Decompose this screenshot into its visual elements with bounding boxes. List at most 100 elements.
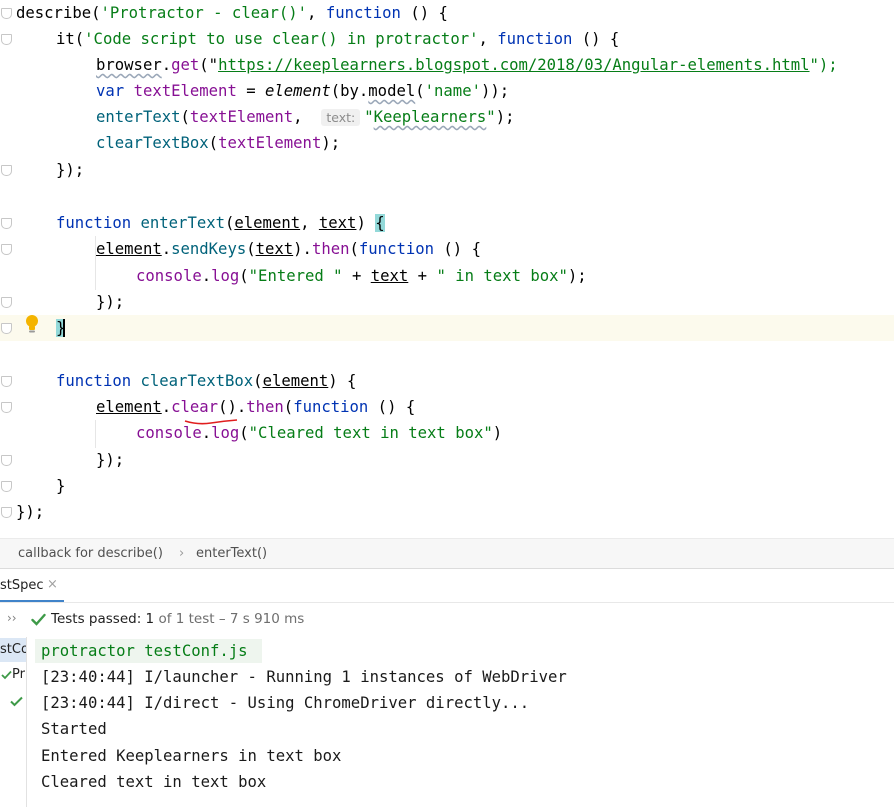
code-text: describe('Protractor - clear()', functio…: [16, 0, 448, 26]
code-token: element: [96, 398, 162, 416]
tab-testspec[interactable]: stSpec ×: [0, 569, 64, 603]
code-token: {: [375, 214, 385, 232]
code-token: textElement: [189, 108, 294, 126]
code-line[interactable]: function clearTextBox(element) {: [0, 368, 894, 394]
code-token: .: [161, 398, 172, 416]
code-token: () {: [368, 398, 416, 416]
code-token: }: [56, 477, 66, 495]
code-token: ));: [480, 82, 510, 100]
fold-marker-icon[interactable]: [1, 402, 12, 413]
code-token: console: [136, 267, 202, 285]
fold-marker-icon[interactable]: [1, 297, 12, 308]
code-token: (: [208, 134, 219, 152]
code-token: get: [171, 56, 200, 74]
code-text: enterText(textElement, text: "Keeplearner…: [96, 104, 514, 131]
breadcrumb-separator: ›: [179, 546, 185, 561]
lightbulb-icon[interactable]: [24, 314, 40, 334]
code-token: (: [239, 267, 249, 285]
code-token: function: [497, 30, 573, 48]
fold-marker-icon[interactable]: [1, 8, 12, 19]
code-token: ): [356, 214, 376, 232]
fold-marker-icon[interactable]: [1, 481, 12, 492]
code-line[interactable]: clearTextBox(textElement);: [0, 130, 894, 156]
code-line[interactable]: element.clear().then(function () {: [0, 394, 894, 420]
code-line[interactable]: }: [0, 473, 894, 499]
code-text: });: [96, 289, 124, 315]
code-line[interactable]: browser.get("https://keeplearners.blogsp…: [0, 52, 894, 78]
code-token: clear: [171, 398, 219, 416]
code-token: .: [161, 56, 172, 74]
code-token: ": [364, 108, 374, 126]
code-editor[interactable]: describe('Protractor - clear()', functio…: [0, 0, 894, 538]
code-line[interactable]: });: [0, 447, 894, 473]
code-token: (: [239, 424, 249, 442]
code-token: (: [415, 82, 425, 100]
code-line[interactable]: console.log("Cleared text in text box"): [0, 420, 894, 446]
code-token: model: [368, 82, 416, 100]
code-line[interactable]: });: [0, 499, 894, 525]
fold-marker-icon[interactable]: [1, 244, 12, 255]
code-token: ) {: [328, 372, 357, 390]
fold-marker-icon[interactable]: [1, 376, 12, 387]
code-line[interactable]: var textElement = element(by.model('name…: [0, 78, 894, 104]
code-line[interactable]: enterText(textElement, text: "Keeplearner…: [0, 104, 894, 130]
tree-item-label[interactable]: Pr: [12, 667, 25, 682]
code-text: }: [56, 473, 65, 499]
tests-status: Tests passed: 1 of 1 test – 7 s 910 ms: [51, 611, 304, 627]
fold-marker-icon[interactable]: [1, 165, 12, 176]
code-token: describe(: [16, 4, 101, 22]
code-token: 'Protractor - clear()': [100, 4, 308, 22]
code-token: (: [225, 214, 235, 232]
code-token: );: [567, 267, 587, 285]
code-line[interactable]: element.sendKeys(text).then(function () …: [0, 236, 894, 262]
breadcrumb-item-describe[interactable]: callback for describe(): [18, 546, 163, 561]
code-line[interactable]: console.log("Entered " + text + " in tex…: [0, 263, 894, 289]
code-text: function enterText(element, text) {: [56, 210, 385, 236]
fold-marker-icon[interactable]: [1, 218, 12, 229]
code-token: 'Code script to use clear() in protracto…: [84, 30, 479, 48]
test-tree[interactable]: stCo Pr: [0, 637, 27, 807]
code-text: });: [96, 447, 124, 473]
code-line[interactable]: [0, 341, 894, 367]
console-output[interactable]: protractor testConf.js [23:40:44] I/laun…: [27, 637, 894, 807]
code-line[interactable]: });: [0, 289, 894, 315]
code-token: function: [293, 398, 369, 416]
code-token: it(: [56, 30, 85, 48]
fold-marker-icon[interactable]: [1, 323, 12, 334]
code-token: then: [311, 240, 350, 258]
code-line[interactable]: function enterText(element, text) {: [0, 210, 894, 236]
code-token: ).: [293, 240, 312, 258]
code-token: function: [56, 214, 132, 232]
code-line[interactable]: });: [0, 157, 894, 183]
console-line: [23:40:44] I/direct - Using ChromeDriver…: [41, 694, 530, 712]
code-text: });: [16, 499, 44, 525]
fold-marker-icon[interactable]: [1, 455, 12, 466]
code-text: browser.get("https://keeplearners.blogsp…: [96, 52, 838, 78]
code-token: sendKeys: [171, 240, 247, 258]
code-token: });: [96, 451, 125, 469]
fold-marker-icon[interactable]: [1, 34, 12, 45]
code-token: textElement: [218, 134, 322, 152]
code-line[interactable]: describe('Protractor - clear()', functio…: [0, 0, 894, 26]
current-line[interactable]: }: [0, 315, 894, 341]
expand-icon[interactable]: ››: [7, 611, 17, 625]
code-token: .: [201, 424, 212, 442]
fold-marker-icon[interactable]: [1, 507, 12, 518]
code-token: clearTextBox: [96, 134, 209, 152]
code-token: function: [325, 4, 401, 22]
tree-item-selected[interactable]: stCo: [0, 638, 26, 662]
code-token: );: [321, 134, 341, 152]
code-token: 'name': [424, 82, 481, 100]
code-token: ,: [478, 30, 498, 48]
code-line[interactable]: it('Code script to use clear() in protra…: [0, 26, 894, 52]
code-token: text:: [321, 109, 361, 126]
code-line[interactable]: [0, 183, 894, 209]
code-token: +: [342, 267, 371, 285]
code-token: .: [161, 240, 172, 258]
breadcrumb-item-entertext[interactable]: enterText(): [196, 546, 267, 561]
code-text: element.sendKeys(text).then(function () …: [96, 236, 481, 262]
close-icon[interactable]: ×: [47, 577, 58, 592]
